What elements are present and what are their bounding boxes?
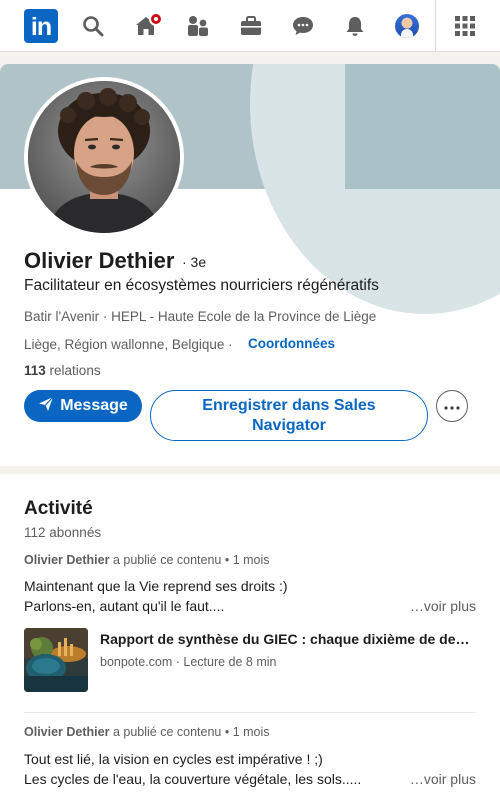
post-author[interactable]: Olivier Dethier <box>24 553 109 567</box>
post-meta: Olivier Dethier a publié ce contenu • 1 … <box>24 553 270 567</box>
post-meta: Olivier Dethier a publié ce contenu • 1 … <box>24 725 270 739</box>
shared-article[interactable]: Rapport de synthèse du GIEC : chaque dix… <box>24 628 476 694</box>
me-avatar[interactable] <box>395 14 419 38</box>
profile-education: Batir l'Avenir · HEPL - Haute Ecole de l… <box>24 309 377 324</box>
profile-name: Olivier Dethier <box>24 248 175 273</box>
nav-divider <box>435 0 436 52</box>
post-text-line[interactable]: Tout est lié, la vision en cycles est im… <box>24 751 323 767</box>
profile-location: Liège, Région wallonne, Belgique · <box>24 337 233 352</box>
article-source: bonpote.com · Lecture de 8 min <box>100 655 277 669</box>
post-time: • 1 mois <box>224 553 270 567</box>
home-notification-badge <box>149 12 163 26</box>
connection-degree: · 3e <box>182 254 207 270</box>
more-actions-button[interactable] <box>436 390 468 422</box>
search-icon[interactable] <box>79 12 107 40</box>
messaging-icon[interactable] <box>289 12 317 40</box>
relations-count[interactable]: 113 relations <box>24 363 101 378</box>
home-icon[interactable] <box>132 12 163 40</box>
post-divider <box>24 712 476 713</box>
contact-info-link[interactable]: Coordonnées <box>248 336 335 351</box>
sales-button-line-1: Enregistrer dans Sales <box>202 397 376 414</box>
see-more-link[interactable]: …voir plus <box>410 771 476 787</box>
activity-section: Activité 112 abonnés Olivier Dethier a p… <box>0 474 500 800</box>
article-title[interactable]: Rapport de synthèse du GIEC : chaque dix… <box>100 631 476 647</box>
jobs-icon[interactable] <box>237 12 265 40</box>
apps-grid-icon[interactable] <box>451 12 479 40</box>
post-action: a publié ce contenu <box>112 553 222 567</box>
post-action: a publié ce contenu <box>112 725 222 739</box>
post-text-line[interactable]: Maintenant que la Vie reprend ses droits… <box>24 578 288 594</box>
profile-headline: Facilitateur en écosystèmes nourriciers … <box>24 277 379 294</box>
message-button-label: Message <box>60 397 128 414</box>
relations-number: 113 <box>24 363 46 378</box>
post-text-line[interactable]: Les cycles de l'eau, la couverture végét… <box>24 771 361 787</box>
message-button[interactable]: Message <box>24 390 142 422</box>
post-text-line[interactable]: Parlons-en, autant qu'il le faut.... <box>24 598 224 614</box>
sales-button-line-2: Navigator <box>252 417 326 434</box>
post-author[interactable]: Olivier Dethier <box>24 725 109 739</box>
post-time: • 1 mois <box>224 725 270 739</box>
followers-count: 112 abonnés <box>24 525 102 540</box>
activity-title: Activité <box>24 498 93 519</box>
ellipsis-icon <box>444 397 460 415</box>
article-thumbnail <box>24 628 88 692</box>
relations-label: relations <box>49 363 101 378</box>
top-nav-bar: in <box>0 0 500 52</box>
see-more-link[interactable]: …voir plus <box>410 598 476 614</box>
network-icon[interactable] <box>184 12 212 40</box>
linkedin-logo[interactable]: in <box>24 9 58 43</box>
save-to-sales-navigator-button[interactable]: Enregistrer dans Sales Navigator <box>150 390 428 441</box>
notifications-icon[interactable] <box>341 12 369 40</box>
profile-photo[interactable] <box>24 77 184 237</box>
profile-card: Olivier Dethier · 3e Facilitateur en éco… <box>0 64 500 466</box>
send-icon <box>38 396 54 417</box>
